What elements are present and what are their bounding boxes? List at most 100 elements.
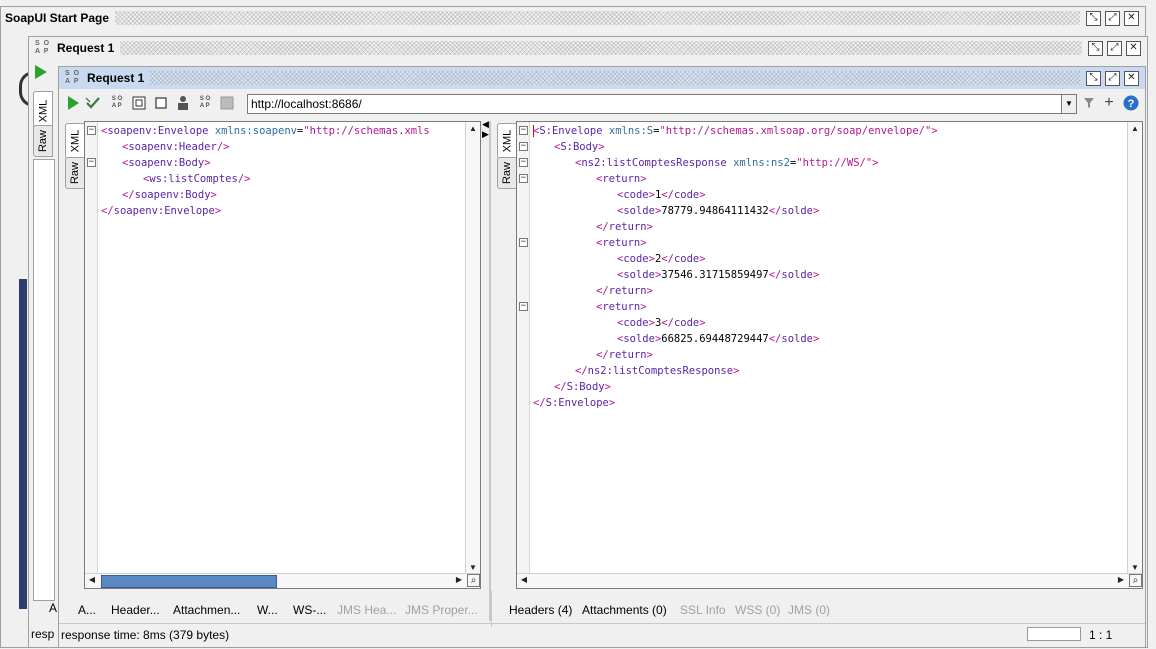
request-tab-raw[interactable]: Raw: [65, 157, 85, 189]
request-inner-window: S OA P Request 1 ⤡ ⤢ ✕ S OA P S OA P htt…: [58, 66, 1146, 648]
bottom-tab[interactable]: Headers (4): [509, 603, 572, 617]
xml-token: >: [872, 157, 879, 169]
restore-icon[interactable]: ⤡: [1088, 40, 1103, 56]
zoom-icon[interactable]: ⌕: [1129, 574, 1142, 587]
splitter-collapse-right-icon[interactable]: ▶: [482, 129, 489, 140]
scroll-right-icon[interactable]: ▶: [452, 575, 466, 584]
xml-token: >: [646, 349, 653, 361]
cancel-icon[interactable]: [219, 95, 235, 111]
scroll-up-icon[interactable]: ▲: [1128, 124, 1142, 133]
bottom-tab[interactable]: JMS Proper...: [405, 603, 478, 617]
create-soap-icon[interactable]: S OA P: [109, 95, 125, 111]
xml-token: soapenv:Envelope: [107, 125, 209, 137]
fold-toggle-icon[interactable]: −: [519, 142, 528, 151]
xml-token: </: [596, 349, 609, 361]
xml-token: </: [768, 333, 782, 345]
outer-tab-raw[interactable]: Raw: [33, 125, 53, 157]
response-vscroll[interactable]: ▲ ▼: [1127, 122, 1142, 574]
xml-token: return: [608, 285, 647, 297]
scroll-left-icon[interactable]: ◀: [517, 575, 531, 584]
request-tab-xml[interactable]: XML: [65, 123, 85, 159]
xml-token: </: [661, 189, 674, 201]
xml-token: >: [813, 333, 820, 345]
fold-toggle-icon[interactable]: −: [519, 126, 528, 135]
tile-view-icon[interactable]: [131, 95, 147, 111]
request-xml-editor[interactable]: <soapenv:Envelope xmlns:soapenv="http://…: [84, 121, 481, 589]
xml-line: </soapenv:Envelope>: [101, 203, 221, 219]
bottom-tab[interactable]: WS-...: [293, 603, 326, 617]
split-divider[interactable]: [489, 121, 491, 621]
fold-toggle-icon[interactable]: −: [519, 302, 528, 311]
xml-token: code: [673, 189, 700, 201]
bottom-tab[interactable]: JMS (0): [788, 603, 830, 617]
fold-toggle-icon[interactable]: −: [519, 174, 528, 183]
close-icon[interactable]: ✕: [1124, 70, 1139, 86]
request-hscroll[interactable]: ◀ ▶ ⌕: [85, 573, 480, 588]
xml-token: S:Body: [560, 141, 599, 153]
scroll-left-icon[interactable]: ◀: [85, 575, 99, 584]
xml-token: solde: [781, 333, 813, 345]
response-tab-raw[interactable]: Raw: [497, 157, 517, 189]
scroll-down-icon[interactable]: ▼: [466, 563, 480, 572]
maximize-icon[interactable]: ⤢: [1107, 40, 1122, 56]
close-icon[interactable]: ✕: [1124, 10, 1139, 26]
xml-line: <solde>37546.31715859497</solde>: [617, 267, 819, 283]
request-inner-title: Request 1: [87, 71, 151, 85]
fold-toggle-icon[interactable]: −: [519, 158, 528, 167]
submit-request-icon[interactable]: [65, 95, 81, 111]
maximize-icon[interactable]: ⤢: [1105, 70, 1120, 86]
help-icon[interactable]: ?: [1123, 95, 1139, 111]
user-auth-icon[interactable]: [175, 95, 191, 111]
response-xml-editor[interactable]: <S:Envelope xmlns:S="http://schemas.xmls…: [516, 121, 1143, 589]
bottom-tab[interactable]: JMS Hea...: [337, 603, 396, 617]
wsdl-icon[interactable]: S OA P: [197, 95, 213, 111]
request-vscroll[interactable]: ▲ ▼: [465, 122, 480, 574]
scroll-down-icon[interactable]: ▼: [1128, 563, 1142, 572]
bottom-tab[interactable]: Attachments (0): [582, 603, 667, 617]
xml-token: solde: [623, 205, 655, 217]
request-hscroll-thumb[interactable]: [101, 575, 277, 588]
bottom-tab[interactable]: Header...: [111, 603, 160, 617]
xml-line: <S:Envelope xmlns:S="http://schemas.xmls…: [533, 123, 938, 139]
xml-token: </: [596, 221, 609, 233]
add-assertion-icon[interactable]: [85, 95, 101, 111]
xml-token: xmlns:ns2: [733, 157, 790, 169]
fold-toggle-icon[interactable]: −: [87, 126, 96, 135]
restore-icon[interactable]: ⤡: [1086, 70, 1101, 86]
scroll-right-icon[interactable]: ▶: [1114, 575, 1128, 584]
maximize-icon[interactable]: ⤢: [1105, 10, 1120, 26]
xml-token: code: [623, 317, 649, 329]
xml-token: >: [204, 157, 211, 169]
outer-bottom-tab[interactable]: A: [49, 601, 57, 615]
xml-token: return: [602, 173, 641, 185]
xml-token: code: [673, 317, 700, 329]
xml-token: >: [931, 125, 938, 137]
xml-token: >: [210, 189, 217, 201]
scroll-up-icon[interactable]: ▲: [466, 124, 480, 133]
add-endpoint-icon[interactable]: +: [1101, 94, 1117, 111]
response-tab-xml[interactable]: XML: [497, 123, 517, 159]
close-icon[interactable]: ✕: [1126, 40, 1141, 56]
soap-logo-icon: S OA P: [35, 40, 51, 55]
xml-line: <return>: [596, 299, 647, 315]
xml-token: S:Envelope: [545, 397, 609, 409]
restore-icon[interactable]: ⤡: [1086, 10, 1101, 26]
stop-icon[interactable]: [153, 95, 169, 111]
outer-run-icon[interactable]: [35, 65, 47, 79]
fold-toggle-icon[interactable]: −: [87, 158, 96, 167]
start-page-title: SoapUI Start Page: [1, 11, 116, 25]
bottom-tab[interactable]: WSS (0): [735, 603, 780, 617]
bottom-tab[interactable]: Attachmen...: [173, 603, 240, 617]
xml-token: solde: [781, 269, 813, 281]
response-hscroll[interactable]: ◀ ▶ ⌕: [517, 573, 1142, 588]
xml-token: </: [101, 205, 114, 217]
bottom-tab[interactable]: SSL Info: [680, 603, 726, 617]
xml-token: >: [214, 205, 222, 217]
endpoint-url-field[interactable]: http://localhost:8686/: [247, 94, 1063, 114]
fold-toggle-icon[interactable]: −: [519, 238, 528, 247]
edit-endpoint-icon[interactable]: [1081, 95, 1097, 111]
bottom-tab[interactable]: W...: [257, 603, 278, 617]
endpoint-dropdown-icon[interactable]: ▼: [1061, 94, 1077, 114]
bottom-tab[interactable]: A...: [78, 603, 96, 617]
zoom-icon[interactable]: ⌕: [467, 574, 480, 587]
